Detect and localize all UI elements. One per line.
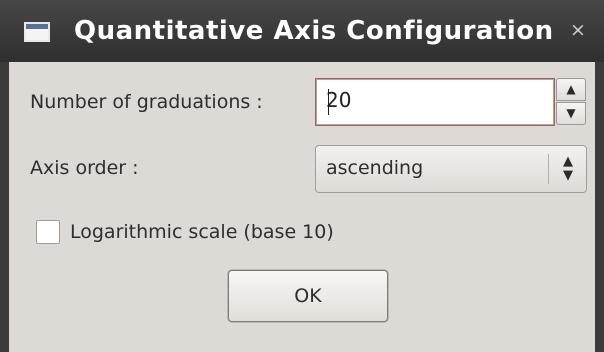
graduations-value: 20 bbox=[326, 88, 352, 112]
combo-separator bbox=[548, 154, 549, 184]
close-icon[interactable]: × bbox=[566, 16, 590, 44]
graduations-spinbox[interactable]: 20 ▲ ▼ bbox=[315, 78, 587, 126]
title-bar[interactable]: Quantitative Axis Configuration × bbox=[0, 0, 604, 62]
ok-button[interactable]: OK bbox=[228, 270, 388, 322]
dialog-window: Quantitative Axis Configuration × Number… bbox=[0, 0, 604, 352]
graduations-label: Number of graduations : bbox=[30, 91, 263, 113]
axis-order-select[interactable]: ascending ▲ ▼ bbox=[315, 145, 587, 193]
window-icon bbox=[24, 22, 50, 42]
spin-up-icon[interactable]: ▲ bbox=[556, 78, 586, 101]
axis-order-value: ascending bbox=[326, 157, 424, 179]
dialog-body: Number of graduations : 20 ▲ ▼ Axis orde… bbox=[9, 62, 595, 352]
updown-arrows-icon: ▲ ▼ bbox=[563, 154, 573, 183]
log-scale-label[interactable]: Logarithmic scale (base 10) bbox=[70, 220, 334, 244]
graduations-input[interactable]: 20 bbox=[315, 78, 555, 126]
log-scale-checkbox[interactable] bbox=[36, 220, 60, 244]
text-caret bbox=[328, 89, 329, 115]
spin-down-icon[interactable]: ▼ bbox=[556, 102, 586, 125]
window-title: Quantitative Axis Configuration bbox=[74, 16, 554, 46]
axis-order-label: Axis order : bbox=[30, 157, 139, 179]
